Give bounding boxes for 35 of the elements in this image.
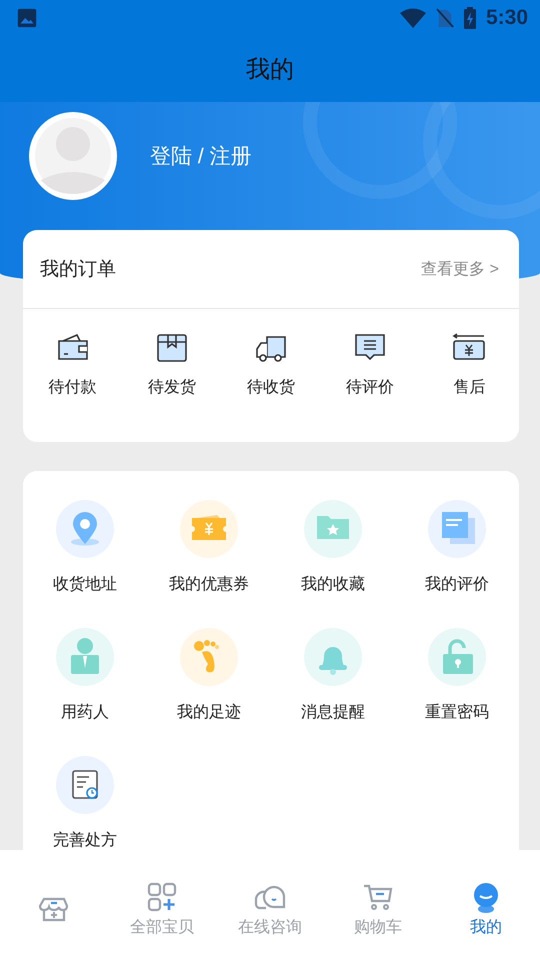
coupon-icon: [180, 500, 238, 558]
unlocked-padlock-icon: [428, 628, 486, 686]
service-item[interactable]: 消息提醒: [271, 628, 395, 723]
section-title: 我的订单: [40, 258, 116, 282]
tab-item[interactable]: 我的: [432, 850, 540, 960]
service-item[interactable]: 完善处方: [23, 756, 147, 851]
service-item[interactable]: 我的收藏: [271, 500, 395, 595]
order-status-item[interactable]: 待评价: [320, 329, 420, 398]
service-item[interactable]: 重置密码: [395, 628, 519, 723]
image-icon: [16, 7, 38, 29]
battery-charging-icon: [464, 7, 476, 29]
service-item[interactable]: 用药人: [23, 628, 147, 723]
bell-icon: [304, 628, 362, 686]
document-icon: [428, 500, 486, 558]
grid-plus-icon: [146, 880, 178, 912]
service-item[interactable]: 我的优惠券: [147, 500, 271, 595]
page-title: 我的: [246, 55, 294, 85]
location-pin-icon: [56, 500, 114, 558]
view-more-link[interactable]: 查看更多 >: [421, 258, 499, 280]
service-item[interactable]: 收货地址: [23, 500, 147, 595]
footprint-icon: [180, 628, 238, 686]
order-status-item[interactable]: 待发货: [122, 329, 222, 398]
wifi-icon: [400, 8, 426, 28]
person-icon: [56, 628, 114, 686]
service-item[interactable]: 我的评价: [395, 500, 519, 595]
no-sim-icon: [436, 7, 454, 29]
service-item[interactable]: 我的足迹: [147, 628, 271, 723]
order-status-item[interactable]: 待收货: [221, 329, 321, 398]
clock-time: 5:30: [486, 6, 528, 30]
order-status-item[interactable]: 待付款: [23, 329, 122, 398]
login-register-link[interactable]: 登陆 / 注册: [150, 142, 252, 170]
prescription-icon: [56, 756, 114, 814]
avatar-icon[interactable]: [29, 112, 117, 200]
star-folder-icon: [304, 500, 362, 558]
order-status-item[interactable]: 售后: [420, 329, 519, 398]
